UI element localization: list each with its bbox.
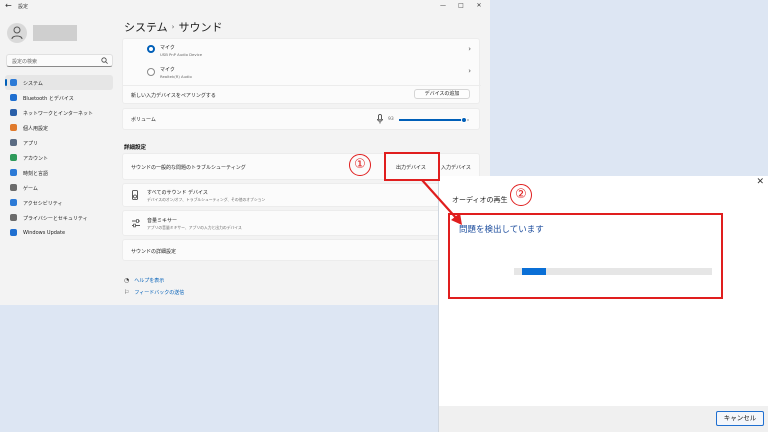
volume-slider[interactable] <box>399 117 469 123</box>
feedback-link[interactable]: ⚐ フィードバックの送信 <box>124 289 184 296</box>
divider <box>123 85 481 86</box>
bluetooth-icon <box>10 94 17 101</box>
sidebar-item[interactable]: アプリ <box>5 135 113 150</box>
search-icon[interactable] <box>101 57 108 64</box>
microphone-icon[interactable] <box>377 114 383 124</box>
volume-card: ボリューム 93 <box>122 108 480 130</box>
mic1-detail: USB PnP Audio Device <box>160 52 203 57</box>
page-title: サウンド <box>178 21 223 34</box>
sidebar-item[interactable]: 個人用設定 <box>5 120 113 135</box>
user-name-redacted <box>33 25 77 41</box>
volume-slider-thumb[interactable] <box>461 117 468 123</box>
sidebar-item[interactable]: アカウント <box>5 150 113 165</box>
output-devices-highlight <box>384 152 440 181</box>
sidebar-item-label: プライバシーとセキュリティ <box>23 216 88 222</box>
mixer-icon <box>132 219 140 228</box>
sidebar-item-label: Bluetooth とデバイス <box>23 96 74 102</box>
speaker-device-icon <box>132 190 138 200</box>
account-icon <box>10 154 17 161</box>
feedback-label: フィードバックの送信 <box>134 290 185 296</box>
dialog-footer: キャンセル <box>439 406 768 432</box>
update-icon <box>10 229 17 236</box>
app-title: 設定 <box>18 4 29 10</box>
mic1-name: マイク <box>160 45 175 51</box>
sidebar-item[interactable]: プライバシーとセキュリティ <box>5 210 113 225</box>
add-device-button[interactable]: デバイスの追加 <box>414 89 470 99</box>
breadcrumb: システム › サウンド <box>124 19 222 35</box>
close-icon[interactable]: ✕ <box>474 2 484 9</box>
sidebar-item-label: ゲーム <box>23 186 38 192</box>
chevron-right-icon[interactable]: › <box>468 67 471 75</box>
help-icon: ◔ <box>124 277 130 284</box>
volume-mixer-title: 音量ミキサー <box>147 218 178 224</box>
user-icon <box>11 26 23 40</box>
cancel-button[interactable]: キャンセル <box>716 411 764 426</box>
feedback-icon: ⚐ <box>124 289 130 296</box>
more-sound-settings-card[interactable]: サウンドの詳細設定 <box>122 239 480 261</box>
sidebar-item[interactable]: システム <box>5 75 113 90</box>
clock-globe-icon <box>10 169 17 176</box>
breadcrumb-parent[interactable]: システム <box>124 21 168 34</box>
sidebar-item-label: Windows Update <box>23 230 66 236</box>
volume-slider-fill <box>399 119 465 121</box>
shield-icon <box>10 214 17 221</box>
sidebar-item-label: 個人用設定 <box>23 126 49 132</box>
troubleshoot-label: サウンドの一般的な問題のトラブルシューティング <box>131 165 246 171</box>
sidebar-item[interactable]: Bluetooth とデバイス <box>5 90 113 105</box>
sidebar-item-label: アクセシビリティ <box>23 201 63 207</box>
sidebar-item-label: ネットワークとインターネット <box>23 111 94 117</box>
brush-icon <box>10 124 17 131</box>
sidebar-item[interactable]: アクセシビリティ <box>5 195 113 210</box>
get-help-label: ヘルプを表示 <box>134 278 165 284</box>
more-sound-settings-label: サウンドの詳細設定 <box>131 249 177 255</box>
sidebar-item[interactable]: 時刻と言語 <box>5 165 113 180</box>
minimize-icon[interactable]: — <box>438 2 448 9</box>
sidebar-item-label: アカウント <box>23 156 49 162</box>
search-placeholder: 設定の検索 <box>12 59 38 65</box>
input-devices-card: マイク USB PnP Audio Device › マイク Realtek(R… <box>122 38 481 104</box>
detecting-problems-highlight <box>448 213 723 299</box>
step-1-marker: ① <box>349 154 371 176</box>
mic1-radio[interactable] <box>147 45 155 53</box>
dialog-close-icon[interactable]: ✕ <box>756 177 764 187</box>
sidebar-nav: システム Bluetooth とデバイスネットワークとインターネット 個人用設定アプ… <box>5 75 113 240</box>
wifi-icon <box>10 109 17 116</box>
sidebar-item[interactable]: ネットワークとインターネット <box>5 105 113 120</box>
sidebar-item-label: アプリ <box>23 141 39 147</box>
sidebar-item[interactable]: ゲーム <box>5 180 113 195</box>
title-bar: ← 設定 — □ ✕ <box>0 0 490 14</box>
sidebar-item[interactable]: Windows Update <box>5 225 113 240</box>
mic2-name: マイク <box>160 67 175 73</box>
pair-input-device-label: 新しい入力デバイスをペアリングする <box>131 93 216 99</box>
volume-value: 93 <box>388 117 394 122</box>
game-icon <box>10 184 17 191</box>
sidebar-item-label: システム <box>23 81 43 87</box>
breadcrumb-separator: › <box>171 23 175 31</box>
accessibility-icon <box>10 199 17 206</box>
volume-mixer-subtitle: アプリの音量ミキサー、アプリの入力と出力のデバイス <box>147 225 242 230</box>
all-devices-title: すべてのサウンド デバイス <box>147 190 208 196</box>
mic2-radio[interactable] <box>147 68 155 76</box>
apps-icon <box>10 139 17 146</box>
chevron-right-icon[interactable]: › <box>468 45 471 53</box>
input-devices-button[interactable]: 入力デバイス <box>441 164 471 171</box>
step-2-marker: ② <box>510 184 532 206</box>
get-help-link[interactable]: ◔ ヘルプを表示 <box>124 277 164 284</box>
system-icon <box>10 79 17 86</box>
back-arrow-icon[interactable]: ← <box>5 1 12 10</box>
mic2-detail: Realtek(R) Audio <box>160 74 192 79</box>
advanced-settings-heading: 詳細設定 <box>124 145 147 151</box>
all-devices-subtitle: デバイスのオン/オフ、トラブルシューティング、その他のオプション <box>147 197 266 202</box>
search-input[interactable]: 設定の検索 <box>6 54 113 67</box>
sidebar-item-label: 時刻と言語 <box>23 171 49 177</box>
avatar[interactable] <box>7 23 27 43</box>
volume-label: ボリューム <box>131 117 156 123</box>
maximize-icon[interactable]: □ <box>456 2 466 9</box>
